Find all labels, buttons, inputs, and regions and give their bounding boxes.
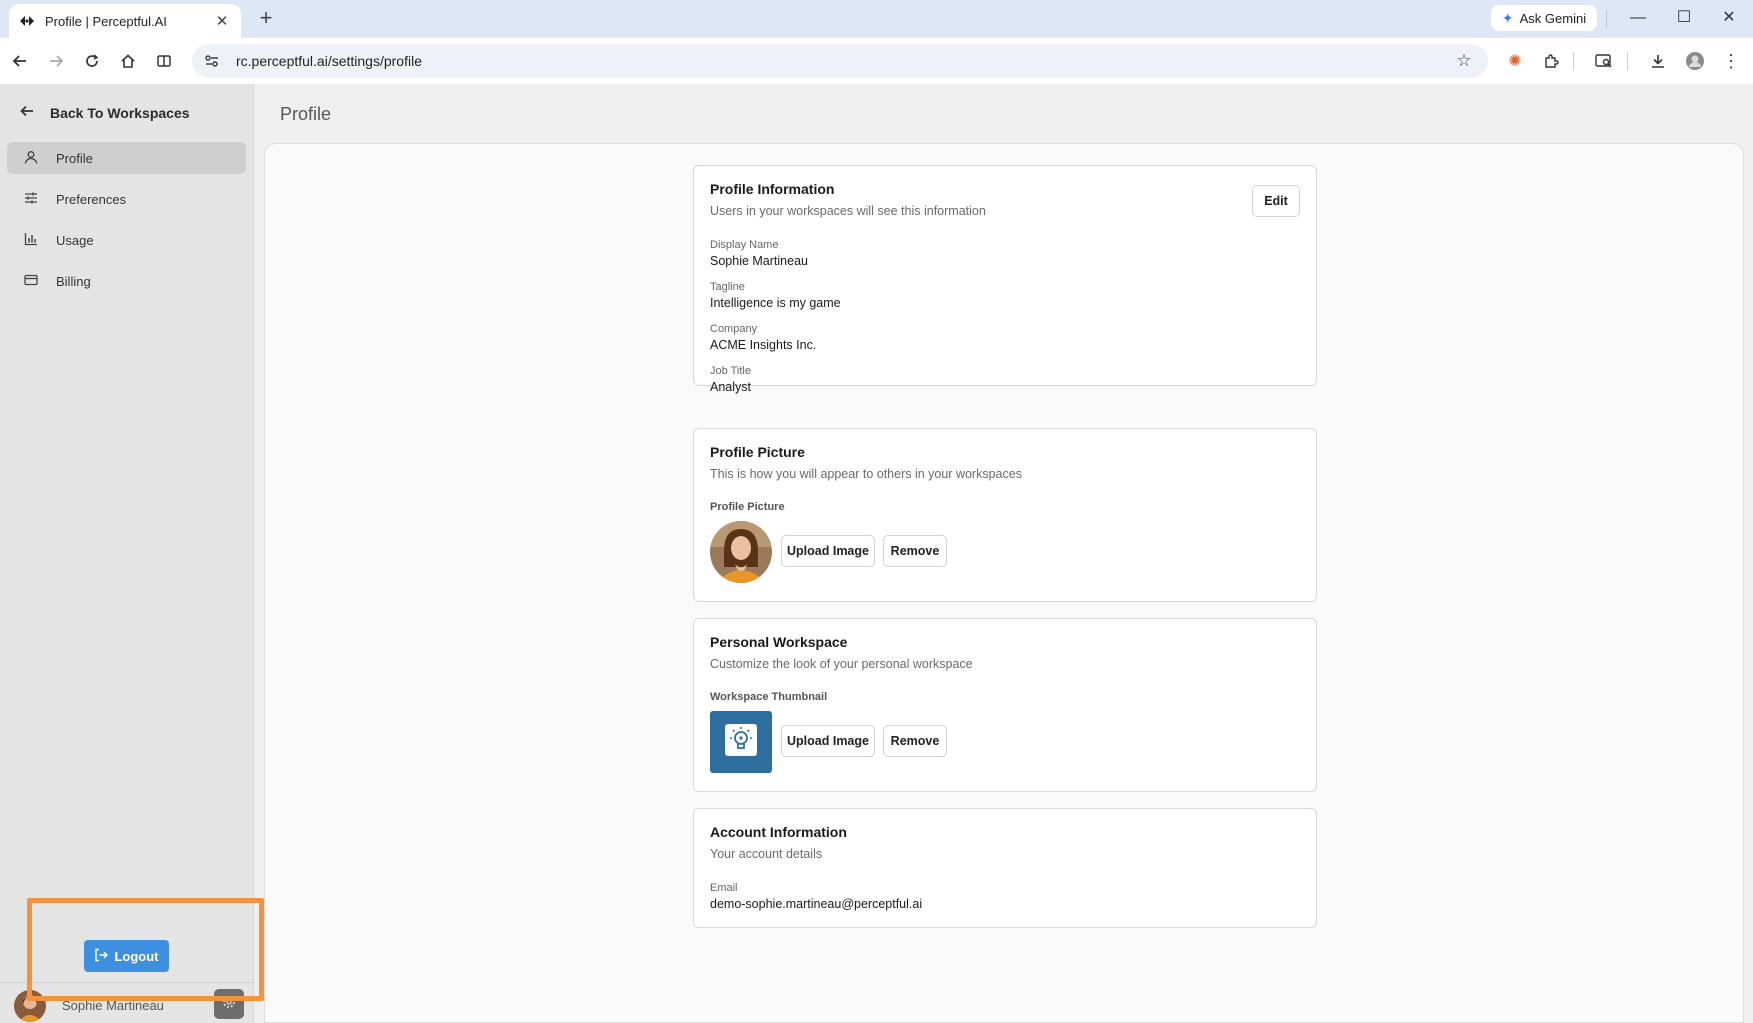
sidebar-item-profile[interactable]: Profile: [7, 142, 246, 174]
window-close-icon[interactable]: ✕: [1714, 6, 1744, 30]
profile-picture-preview: [710, 521, 772, 583]
display-name-label: Display Name: [710, 239, 779, 251]
tabbar-divider: [1606, 10, 1607, 28]
home-icon[interactable]: [116, 49, 140, 73]
logout-button[interactable]: Logout: [84, 940, 169, 972]
browser-menu-icon[interactable]: ⋮: [1719, 49, 1743, 73]
tagline-value: Intelligence is my game: [710, 296, 841, 310]
perceptful-logo-icon: [19, 13, 35, 29]
sidebar-item-label: Profile: [56, 150, 93, 166]
card-title: Profile Picture: [710, 444, 805, 460]
back-arrow-icon[interactable]: [8, 49, 32, 73]
email-value: demo-sophie.martineau@perceptful.ai: [710, 897, 923, 911]
back-to-workspaces-link[interactable]: Back To Workspaces: [20, 104, 190, 121]
job-title-value: Analyst: [710, 380, 751, 394]
profile-picture-label: Profile Picture: [710, 501, 785, 513]
site-info-icon[interactable]: [204, 54, 222, 68]
card-title: Personal Workspace: [710, 634, 848, 650]
card-subtitle: Users in your workspaces will see this i…: [710, 204, 986, 218]
card-subtitle: Customize the look of your personal work…: [710, 657, 973, 671]
logout-label: Logout: [114, 948, 159, 964]
split-view-icon[interactable]: [152, 49, 176, 73]
arrow-left-icon: [20, 104, 34, 121]
toolbar-divider: [1573, 52, 1574, 70]
tab-title: Profile | Perceptful.AI: [45, 13, 167, 29]
card-subtitle: This is how you will appear to others in…: [710, 467, 1022, 481]
remove-image-button[interactable]: Remove: [883, 535, 947, 567]
url-text[interactable]: rc.perceptful.ai/settings/profile: [236, 53, 1452, 69]
sidebar-item-usage[interactable]: Usage: [7, 224, 246, 256]
account-information-card: Account Information Your account details…: [693, 808, 1317, 928]
back-to-workspaces-label: Back To Workspaces: [50, 104, 190, 121]
sidebar-item-label: Usage: [56, 232, 94, 248]
bookmark-star-icon[interactable]: ☆: [1452, 51, 1476, 71]
profile-picture-card: Profile Picture This is how you will app…: [693, 428, 1317, 602]
tab-search-icon[interactable]: [1592, 49, 1616, 73]
tab-close-icon[interactable]: ✕: [213, 12, 231, 30]
forward-arrow-icon[interactable]: [44, 49, 68, 73]
company-value: ACME Insights Inc.: [710, 338, 817, 352]
gemini-sparkle-icon: ✦: [1501, 9, 1514, 26]
page-title: Profile: [280, 104, 332, 124]
settings-sidebar: Back To Workspaces Profile Preferences U…: [0, 84, 264, 1023]
remove-thumbnail-button[interactable]: Remove: [883, 725, 947, 757]
extensions-puzzle-icon[interactable]: [1539, 49, 1563, 73]
card-subtitle: Your account details: [710, 847, 823, 861]
app-root: Back To Workspaces Profile Preferences U…: [0, 84, 1753, 1023]
minimize-icon[interactable]: —: [1623, 6, 1653, 30]
download-icon[interactable]: [1646, 49, 1670, 73]
user-settings-button[interactable]: [214, 989, 244, 1019]
company-label: Company: [710, 323, 758, 335]
sidebar-item-label: Billing: [56, 273, 91, 289]
browser-tab-strip: Profile | Perceptful.AI ✕ + ✦ Ask Gemini…: [0, 0, 1753, 38]
bar-chart-icon: [24, 232, 38, 249]
upload-thumbnail-button[interactable]: Upload Image: [781, 725, 875, 757]
main-content: Profile Information Users in your worksp…: [264, 143, 1744, 1023]
maximize-icon[interactable]: ☐: [1669, 6, 1699, 30]
sidebar-item-label: Preferences: [56, 191, 127, 207]
workspace-thumbnail-preview: [710, 711, 772, 773]
reload-icon[interactable]: [80, 49, 104, 73]
lightbulb-icon: [724, 723, 758, 762]
tagline-label: Tagline: [710, 281, 745, 293]
user-name: Sophie Martineau: [62, 998, 164, 1013]
sidebar-user-row[interactable]: Sophie Martineau: [0, 982, 254, 1023]
ask-gemini-button[interactable]: ✦ Ask Gemini: [1491, 5, 1597, 31]
personal-workspace-card: Personal Workspace Customize the look of…: [693, 618, 1317, 792]
toolbar-divider: [1627, 52, 1628, 70]
job-title-label: Job Title: [710, 365, 751, 377]
sliders-icon: [24, 191, 38, 208]
upload-image-button[interactable]: Upload Image: [781, 535, 875, 567]
sidebar-item-preferences[interactable]: Preferences: [7, 183, 246, 215]
workspace-thumbnail-label: Workspace Thumbnail: [710, 691, 828, 703]
logout-icon: [94, 948, 109, 965]
credit-card-icon: [24, 273, 38, 290]
address-bar[interactable]: rc.perceptful.ai/settings/profile ☆: [192, 44, 1488, 78]
ask-gemini-label: Ask Gemini: [1519, 10, 1587, 26]
display-name-value: Sophie Martineau: [710, 254, 808, 268]
browser-tab[interactable]: Profile | Perceptful.AI ✕: [9, 4, 241, 38]
extension-burst-icon[interactable]: ✺: [1503, 49, 1527, 73]
profile-avatar-icon[interactable]: [1683, 49, 1707, 73]
card-title: Account Information: [710, 824, 847, 840]
profile-information-card: Profile Information Users in your worksp…: [693, 165, 1317, 394]
gear-icon: [222, 995, 236, 1014]
email-label: Email: [710, 882, 738, 894]
avatar[interactable]: [14, 990, 46, 1022]
new-tab-button[interactable]: +: [254, 6, 278, 30]
person-icon: [24, 150, 38, 167]
edit-button[interactable]: Edit: [1252, 185, 1300, 217]
card-title: Profile Information: [710, 181, 835, 197]
sidebar-item-billing[interactable]: Billing: [7, 265, 246, 297]
browser-toolbar: rc.perceptful.ai/settings/profile ☆ ✺ ⋮: [0, 38, 1753, 84]
